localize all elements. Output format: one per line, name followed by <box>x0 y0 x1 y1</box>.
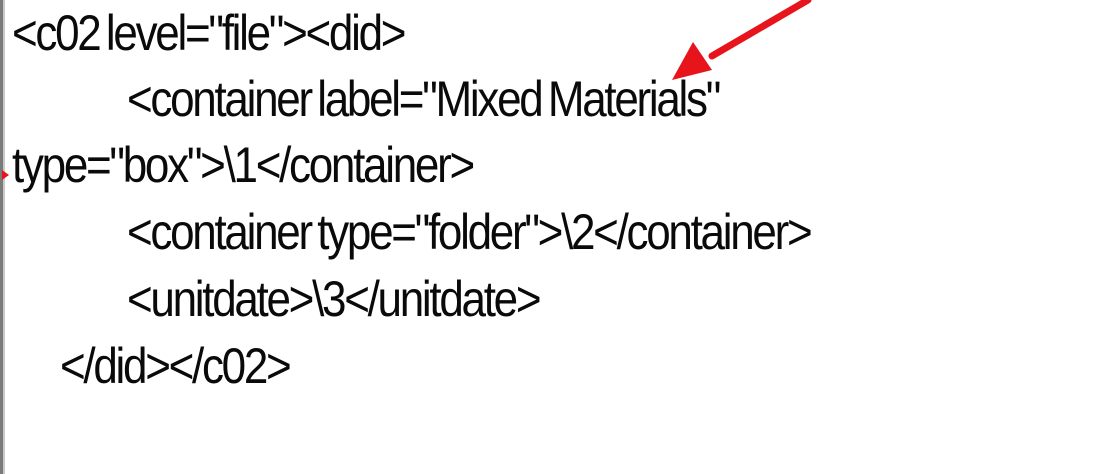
red-arrow-icon <box>672 0 812 80</box>
left-edge-arrow-icon <box>2 170 9 180</box>
xml-code-view: <c02 level="file"><did> <container label… <box>0 0 1109 474</box>
